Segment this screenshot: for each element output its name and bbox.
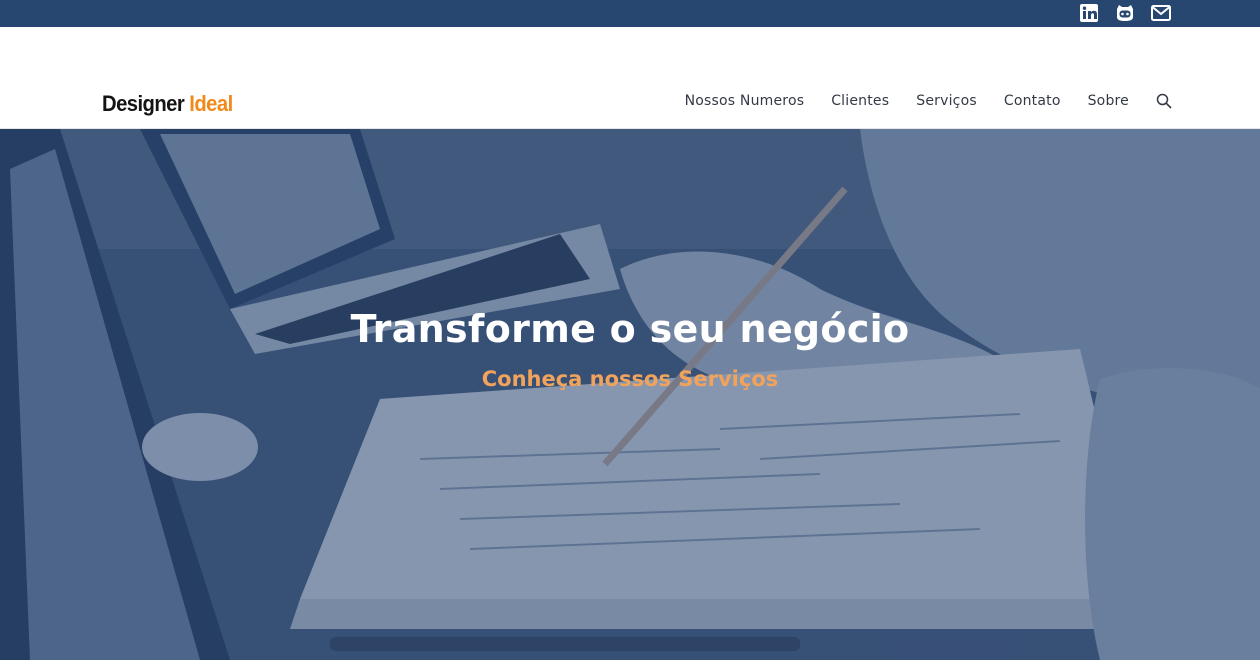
search-icon[interactable] (1156, 93, 1172, 109)
site-logo[interactable]: Designer Ideal (102, 91, 233, 117)
nav-item-contato[interactable]: Contato (1004, 93, 1061, 109)
nav-item-sobre[interactable]: Sobre (1088, 93, 1129, 109)
site-header: Designer Ideal Nossos Numeros Clientes S… (0, 27, 1260, 129)
nav-item-clientes[interactable]: Clientes (831, 93, 889, 109)
hero-overlay (0, 129, 1260, 660)
main-nav: Nossos Numeros Clientes Serviços Contato… (685, 93, 1172, 109)
linkedin-icon[interactable] (1078, 3, 1100, 23)
top-bar (0, 0, 1260, 27)
logo-word-1: Designer (102, 91, 185, 116)
github-icon[interactable] (1114, 3, 1136, 23)
logo-word-2: Ideal (189, 91, 233, 116)
nav-item-nossos-numeros[interactable]: Nossos Numeros (685, 93, 805, 109)
nav-item-servicos[interactable]: Serviços (916, 93, 977, 109)
social-links (1078, 3, 1172, 23)
hero-subtitle-link[interactable]: Conheça nossos Serviços (0, 367, 1260, 391)
mail-icon[interactable] (1150, 3, 1172, 23)
hero-section: Transforme o seu negócio Conheça nossos … (0, 129, 1260, 660)
hero-title: Transforme o seu negócio (350, 307, 910, 351)
